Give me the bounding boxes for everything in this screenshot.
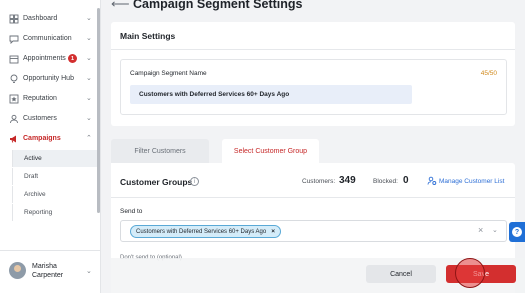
sidebar-item-label: Dashboard	[23, 15, 58, 22]
manage-list-icon	[427, 176, 437, 185]
chevron-up-icon: ⌃	[86, 135, 92, 142]
divider	[111, 197, 515, 198]
segment-name-input[interactable]: Customers with Deferred Services 60+ Day…	[130, 85, 412, 104]
sidebar-item-label: Opportunity Hub	[23, 75, 74, 82]
sidebar-scrollbar[interactable]	[97, 8, 100, 213]
person-icon	[8, 113, 19, 124]
sidebar-item-opportunity-hub[interactable]: Opportunity Hub ⌄	[0, 69, 100, 89]
tab-filter-customers[interactable]: Filter Customers	[111, 139, 209, 163]
sidebar-item-dashboard[interactable]: Dashboard ⌄	[0, 9, 100, 29]
chevron-down-icon: ⌄	[86, 95, 92, 102]
notification-badge: 1	[68, 54, 77, 63]
blocked-count: 0	[403, 175, 409, 186]
help-icon: ?	[512, 227, 522, 237]
main-settings-card: Main Settings Campaign Segment Name 45/5…	[111, 22, 515, 126]
sidebar: Dashboard ⌄ Communication ⌄ Appointments…	[0, 0, 101, 293]
dashboard-icon	[8, 13, 19, 24]
clear-icon[interactable]: ×	[478, 225, 483, 235]
sidebar-subitem-draft[interactable]: Draft	[12, 168, 97, 185]
lightbulb-icon	[8, 73, 19, 84]
chevron-down-icon: ⌄	[86, 55, 92, 62]
click-indicator	[455, 258, 485, 288]
segment-name-box: Campaign Segment Name 45/50 Customers wi…	[120, 59, 507, 115]
sidebar-item-label: Communication	[23, 35, 72, 42]
selected-group-chip: Customers with Deferred Services 60+ Day…	[130, 225, 282, 238]
sidebar-subitem-active[interactable]: Active	[12, 150, 97, 167]
sidebar-item-customers[interactable]: Customers ⌄	[0, 109, 100, 129]
divider	[111, 49, 515, 50]
sidebar-subitem-reporting[interactable]: Reporting	[12, 204, 97, 221]
avatar	[9, 262, 26, 279]
sidebar-item-label: Campaigns	[23, 135, 61, 142]
segment-name-label: Campaign Segment Name	[130, 70, 207, 77]
chip-remove-icon[interactable]: ×	[271, 228, 275, 235]
sidebar-item-campaigns[interactable]: Campaigns ⌃	[0, 129, 100, 149]
chevron-down-icon: ⌄	[86, 268, 92, 275]
user-first-name: Marisha	[32, 263, 57, 270]
chevron-down-icon: ⌄	[86, 35, 92, 42]
tab-select-customer-group[interactable]: Select Customer Group	[222, 139, 319, 163]
chevron-down-icon[interactable]: ⌄	[492, 226, 498, 234]
send-to-select[interactable]: Customers with Deferred Services 60+ Day…	[120, 220, 507, 242]
sidebar-item-label: Appointments	[23, 55, 66, 62]
sidebar-item-label: Customers	[23, 115, 57, 122]
sidebar-subitem-archive[interactable]: Archive	[12, 186, 97, 203]
char-count: 45/50	[480, 70, 497, 77]
section-title: Customer Groups	[120, 177, 193, 187]
calendar-icon	[8, 53, 19, 64]
cancel-button[interactable]: Cancel	[366, 265, 436, 283]
page-title: Campaign Segment Settings	[133, 0, 303, 11]
customers-count: 349	[339, 175, 356, 186]
blocked-label: Blocked:	[373, 178, 398, 185]
manage-customer-list-label: Manage Customer List	[439, 177, 505, 185]
customers-label: Customers:	[302, 178, 336, 185]
help-button[interactable]: ?	[509, 222, 525, 242]
back-arrow-icon[interactable]: ⟵	[111, 0, 130, 12]
info-icon[interactable]: i	[190, 177, 199, 186]
sidebar-item-label: Reputation	[23, 95, 57, 102]
sidebar-item-communication[interactable]: Communication ⌄	[0, 29, 100, 49]
section-title: Main Settings	[120, 31, 176, 41]
user-name: Marisha Carpenter	[32, 262, 63, 280]
chat-icon	[8, 33, 19, 44]
sidebar-item-appointments[interactable]: Appointments 1 ⌄	[0, 49, 100, 69]
chevron-down-icon: ⌄	[86, 115, 92, 122]
chip-label: Customers with Deferred Services 60+ Day…	[136, 228, 267, 235]
send-to-label: Send to	[120, 208, 143, 215]
sidebar-item-reputation[interactable]: Reputation ⌄	[0, 89, 100, 109]
manage-customer-list-link[interactable]: Manage Customer List	[427, 176, 504, 186]
chevron-down-icon: ⌄	[86, 15, 92, 22]
megaphone-icon	[8, 133, 19, 144]
user-last-name: Carpenter	[32, 272, 64, 279]
chevron-down-icon: ⌄	[86, 75, 92, 82]
star-icon	[8, 93, 19, 104]
user-profile[interactable]: Marisha Carpenter ⌄	[0, 250, 100, 293]
